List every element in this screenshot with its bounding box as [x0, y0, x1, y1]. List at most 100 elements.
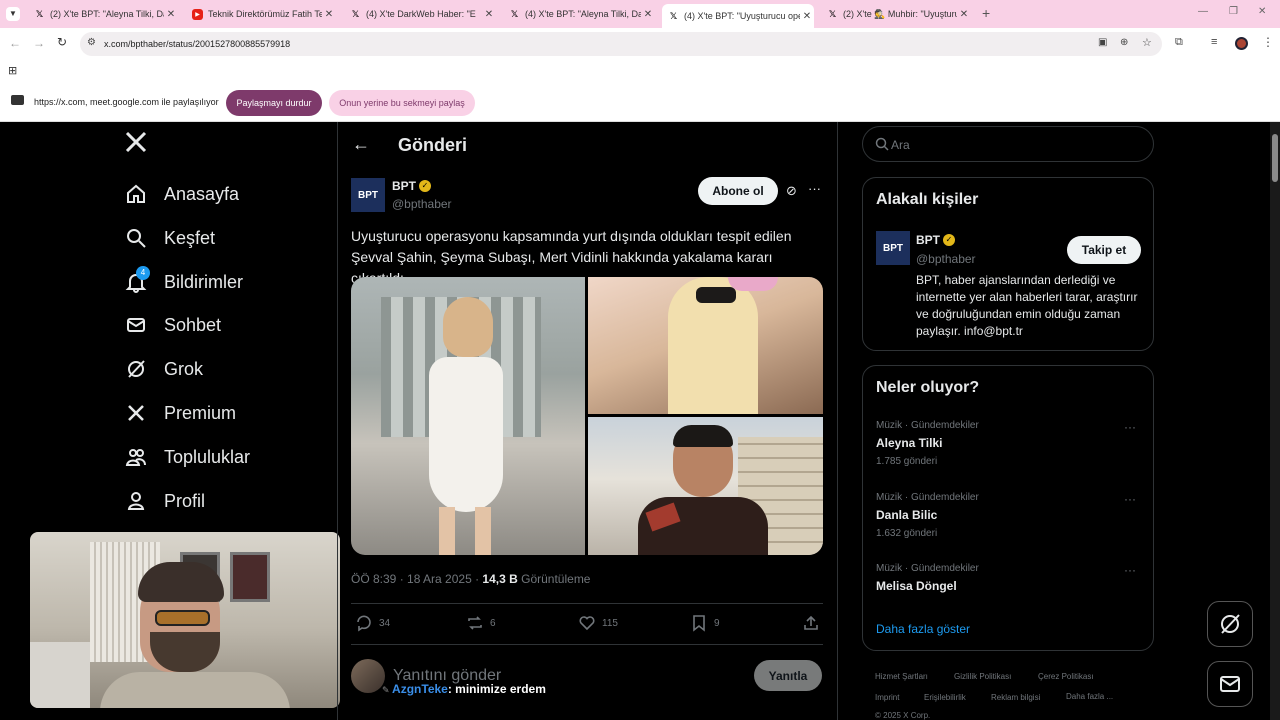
media-icon[interactable]: ≡: [1211, 36, 1217, 48]
bookmark-star-icon[interactable]: ☆: [1142, 36, 1152, 49]
reload-icon[interactable]: ↻: [57, 35, 67, 49]
reply-avatar: [351, 659, 385, 693]
trend-name: Danla Bilic: [876, 508, 938, 522]
media-photo[interactable]: [351, 277, 585, 555]
search-placeholder: Ara: [891, 138, 910, 152]
x-icon: 𝕏: [351, 8, 360, 19]
close-window-icon[interactable]: ✕: [1258, 6, 1266, 17]
nav-item-grok[interactable]: Grok: [124, 354, 203, 384]
nav-label: Topluluklar: [164, 446, 251, 467]
site-info-icon[interactable]: ⚙: [87, 37, 96, 48]
related-name[interactable]: BPT ✓: [916, 233, 955, 247]
nav-label: Anasayfa: [164, 183, 240, 204]
browser-tab[interactable]: 𝕏 (4) X'te DarkWeb Haber: "E ✕: [344, 4, 496, 24]
follow-button[interactable]: Takip et: [1067, 236, 1141, 264]
tab-list-chevron-icon[interactable]: ▼: [6, 7, 20, 21]
column-divider: [837, 122, 838, 720]
trend-context: Müzik · Gündemdekiler: [876, 492, 979, 503]
reply-submit-button[interactable]: Yanıtla: [754, 660, 822, 691]
footer-link[interactable]: Gizlilik Politikası: [954, 672, 1011, 681]
subscribe-button[interactable]: Abone ol: [698, 177, 778, 205]
bookmark-button[interactable]: 9: [690, 614, 720, 632]
nav-item-explore[interactable]: Keşfet: [124, 223, 215, 253]
grok-icon[interactable]: ⊘: [786, 183, 797, 199]
minimize-icon[interactable]: —: [1198, 6, 1208, 17]
nav-item-chat[interactable]: Sohbet: [124, 310, 221, 340]
new-tab-icon[interactable]: +: [982, 5, 990, 21]
nav-label: Premium: [164, 402, 237, 423]
footer-link[interactable]: Imprint: [875, 693, 899, 702]
nav-item-notifications[interactable]: 4 Bildirimler: [124, 266, 243, 297]
like-button[interactable]: 115: [578, 614, 618, 632]
grok-float-button[interactable]: [1207, 601, 1253, 647]
show-more-link[interactable]: Daha fazla göster: [876, 622, 970, 636]
close-tab-icon[interactable]: ✕: [641, 9, 655, 20]
related-avatar[interactable]: BPT: [876, 231, 910, 265]
trend-more-icon[interactable]: ···: [1124, 492, 1136, 506]
x-logo-icon[interactable]: [124, 130, 150, 158]
share-icon: [804, 615, 818, 630]
zoom-icon[interactable]: ⊕: [1120, 37, 1128, 48]
nav-item-premium[interactable]: Premium: [124, 398, 236, 428]
trend-more-icon[interactable]: ···: [1124, 420, 1136, 434]
trend-item[interactable]: Müzik · Gündemdekiler Danla Bilic 1.632 …: [876, 492, 979, 539]
search-icon: [124, 226, 148, 250]
stop-sharing-button[interactable]: Paylaşmayı durdur: [226, 90, 322, 116]
search-box[interactable]: Ara: [862, 126, 1154, 162]
post-timestamp[interactable]: ÖÖ 8:39 · 18 Ara 2025 ·: [351, 572, 482, 586]
share-button[interactable]: [802, 614, 826, 632]
nav-item-communities[interactable]: Topluluklar: [124, 442, 250, 472]
related-bio: BPT, haber ajanslarından derlediği ve in…: [916, 273, 1138, 338]
apps-grid-icon[interactable]: ⊞: [8, 64, 17, 77]
close-tab-icon[interactable]: ✕: [322, 9, 336, 20]
scrollbar[interactable]: [1270, 122, 1280, 720]
share-this-tab-button[interactable]: Onun yerine bu sekmeyi paylaş: [329, 90, 475, 116]
extensions-icon[interactable]: ⧉: [1175, 36, 1183, 49]
stream-chat-overlay: ✎ AzgnTeke: minimize erdem: [382, 682, 546, 696]
reply-button[interactable]: 34: [355, 614, 390, 632]
nav-item-home[interactable]: Anasayfa: [124, 179, 239, 209]
footer-link[interactable]: Erişilebilirlik: [924, 693, 966, 702]
menu-icon[interactable]: ⋮: [1262, 35, 1274, 49]
forward-icon[interactable]: →: [33, 36, 45, 50]
footer-link[interactable]: Reklam bilgisi: [991, 693, 1040, 702]
trend-more-icon[interactable]: ···: [1124, 563, 1136, 577]
cast-icon[interactable]: ▣: [1098, 37, 1107, 48]
trend-context: Müzik · Gündemdekiler: [876, 563, 979, 574]
close-tab-icon[interactable]: ✕: [482, 9, 496, 20]
profile-avatar[interactable]: [1235, 37, 1248, 50]
trend-item[interactable]: Müzik · Gündemdekiler Melisa Döngel: [876, 563, 979, 593]
chat-icon: ✎: [382, 685, 393, 695]
close-tab-icon[interactable]: ✕: [957, 9, 971, 20]
media-photo[interactable]: [588, 417, 823, 555]
scrollbar-thumb[interactable]: [1272, 134, 1278, 182]
browser-tab[interactable]: ▶ Teknik Direktörümüz Fatih Tek ✕: [186, 4, 336, 24]
footer-link[interactable]: Hizmet Şartları: [875, 672, 928, 681]
back-arrow-icon[interactable]: ←: [352, 134, 370, 155]
footer-link[interactable]: Daha fazla ...: [1066, 692, 1113, 701]
bookmark-count: 9: [714, 617, 720, 629]
messages-float-button[interactable]: [1207, 661, 1253, 707]
webcam-video: [30, 532, 340, 708]
url-field[interactable]: ⚙ x.com/bpthaber/status/2001527800885579…: [80, 32, 1162, 56]
browser-tab[interactable]: 𝕏 (2) X'te 🕵 Muhbir: "Uyuşturuc ✕: [821, 4, 971, 24]
reply-count: 34: [379, 617, 391, 629]
related-handle: @bpthaber: [916, 252, 976, 266]
repost-button[interactable]: 6: [466, 614, 496, 632]
media-photo[interactable]: [588, 277, 823, 414]
post-author-avatar[interactable]: BPT: [351, 178, 385, 212]
browser-tab[interactable]: 𝕏 (2) X'te BPT: "Aleyna Tilki, Dan ✕: [28, 4, 178, 24]
browser-tab-active[interactable]: 𝕏 (4) X'te BPT: "Uyuşturucu opera ✕: [662, 4, 814, 28]
close-tab-icon[interactable]: ✕: [164, 9, 178, 20]
post-author-name[interactable]: BPT ✓: [392, 179, 431, 193]
nav-item-profile[interactable]: Profil: [124, 486, 205, 516]
close-tab-icon[interactable]: ✕: [800, 11, 814, 22]
back-icon[interactable]: ←: [9, 36, 21, 50]
browser-tab[interactable]: 𝕏 (4) X'te BPT: "Aleyna Tilki, Dan ✕: [503, 4, 655, 24]
maximize-icon[interactable]: ❐: [1229, 6, 1238, 17]
footer-link[interactable]: Çerez Politikası: [1038, 672, 1094, 681]
more-options-icon[interactable]: ···: [808, 181, 821, 196]
author-handle[interactable]: @bpthaber: [392, 197, 452, 211]
trend-item[interactable]: Müzik · Gündemdekiler Aleyna Tilki 1.785…: [876, 420, 979, 467]
nav-label: Keşfet: [164, 227, 216, 248]
